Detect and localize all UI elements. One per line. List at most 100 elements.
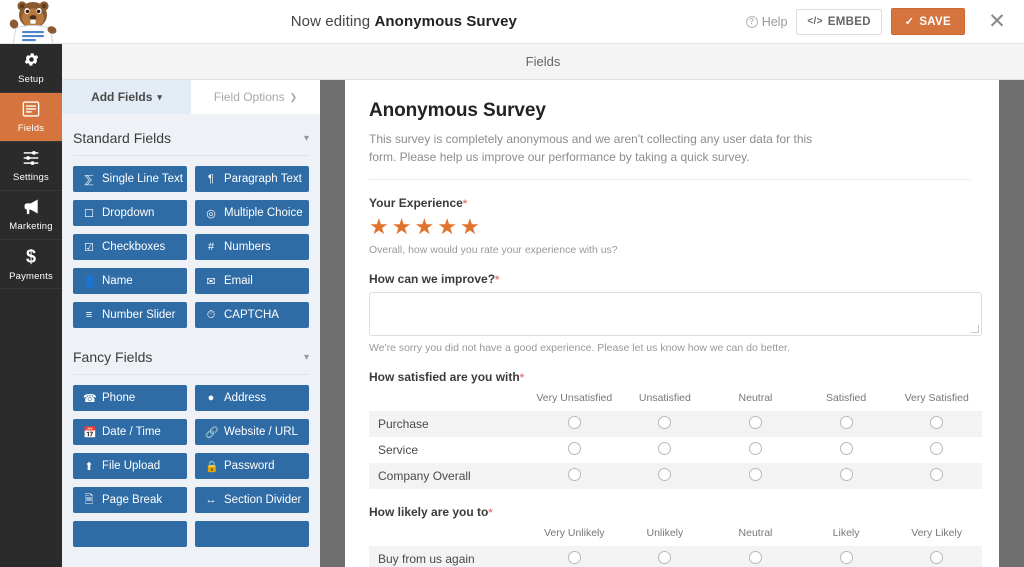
radio-icon[interactable] [840, 551, 853, 564]
field-button-section-divider[interactable]: ↔ Section Divider [195, 487, 309, 513]
radio-cell[interactable] [710, 437, 801, 463]
field-button-address[interactable]: ● Address [195, 385, 309, 411]
field-button-name[interactable]: 👤 Name [73, 268, 187, 294]
sidebar-item-fields[interactable]: Fields [0, 93, 62, 142]
radio-icon[interactable] [568, 416, 581, 429]
sidebar-item-marketing[interactable]: Marketing [0, 191, 62, 240]
field-button-dropdown[interactable]: ☐ Dropdown [73, 200, 187, 226]
embed-button[interactable]: </> EMBED [796, 9, 881, 35]
sidebar-item-label: Marketing [9, 221, 53, 232]
star-icon[interactable]: ★ [369, 216, 389, 238]
radio-icon[interactable] [840, 468, 853, 481]
field-button-captcha[interactable]: ⏱ CAPTCHA [195, 302, 309, 328]
chevron-down-icon[interactable]: ▾ [304, 133, 309, 144]
field-button-password[interactable]: 🔒 Password [195, 453, 309, 479]
radio-icon[interactable] [749, 416, 762, 429]
field-button-file-upload[interactable]: ⬆ File Upload [73, 453, 187, 479]
section-fancy-fields-header[interactable]: Fancy Fields ▾ [62, 328, 320, 374]
radio-dot-icon: ◎ [205, 207, 217, 220]
radio-cell[interactable] [801, 546, 892, 567]
radio-icon[interactable] [568, 551, 581, 564]
sidebar-item-setup[interactable]: Setup [0, 44, 62, 93]
radio-cell[interactable] [801, 437, 892, 463]
field-button-paragraph-text[interactable]: ¶ Paragraph Text [195, 166, 309, 192]
radio-cell[interactable] [801, 411, 892, 437]
radio-cell[interactable] [891, 437, 982, 463]
section-standard-fields-header[interactable]: Standard Fields ▾ [62, 114, 320, 155]
radio-icon[interactable] [930, 442, 943, 455]
radio-cell[interactable] [529, 437, 620, 463]
radio-cell[interactable] [620, 546, 711, 567]
radio-cell[interactable] [710, 411, 801, 437]
sidebar-item-payments[interactable]: $ Payments [0, 240, 62, 289]
radio-cell[interactable] [891, 411, 982, 437]
star-icon[interactable]: ★ [414, 216, 434, 238]
radio-icon[interactable] [840, 442, 853, 455]
radio-cell[interactable] [620, 411, 711, 437]
chevron-down-icon: ▾ [157, 92, 162, 103]
help-button[interactable]: ? Help [746, 15, 788, 29]
radio-icon[interactable] [840, 416, 853, 429]
radio-icon[interactable] [749, 551, 762, 564]
radio-icon[interactable] [658, 442, 671, 455]
form-field-how-satisfied[interactable]: How satisfied are you with* Very Unsatis… [369, 354, 971, 489]
field-button-phone[interactable]: ☎ Phone [73, 385, 187, 411]
star-icon[interactable]: ★ [392, 216, 412, 238]
link-icon: 🔗 [205, 426, 217, 439]
chevron-down-icon[interactable]: ▾ [304, 352, 309, 363]
star-rating-input[interactable]: ★ ★ ★ ★ ★ [369, 216, 971, 238]
save-button[interactable]: ✓ SAVE [891, 8, 965, 35]
radio-icon[interactable] [930, 468, 943, 481]
radio-cell[interactable] [801, 463, 892, 489]
radio-cell[interactable] [710, 463, 801, 489]
radio-icon[interactable] [930, 551, 943, 564]
app-logo[interactable] [0, 0, 62, 44]
radio-cell[interactable] [891, 463, 982, 489]
field-button-label: Number Slider [102, 309, 176, 321]
form-field-your-experience[interactable]: Your Experience* ★ ★ ★ ★ ★ Overall, how … [369, 180, 971, 256]
field-button-number-slider[interactable]: ≡ Number Slider [73, 302, 187, 328]
radio-icon[interactable] [658, 416, 671, 429]
field-button-numbers[interactable]: # Numbers [195, 234, 309, 260]
tab-field-options-label: Field Options [214, 90, 285, 104]
star-icon[interactable]: ★ [460, 216, 480, 238]
field-button-website-url[interactable]: 🔗 Website / URL [195, 419, 309, 445]
radio-icon[interactable] [930, 416, 943, 429]
field-button-page-break[interactable]: 🗎 Page Break [73, 487, 187, 513]
radio-cell[interactable] [529, 546, 620, 567]
close-button[interactable]: ✕ [984, 9, 1010, 35]
radio-icon[interactable] [568, 468, 581, 481]
tab-field-options[interactable]: Field Options ❯ [191, 80, 320, 114]
star-icon[interactable]: ★ [437, 216, 457, 238]
radio-icon[interactable] [568, 442, 581, 455]
radio-cell[interactable] [529, 411, 620, 437]
lock-icon: 🔒 [205, 460, 217, 473]
tab-add-fields[interactable]: Add Fields ▾ [62, 80, 191, 114]
radio-icon[interactable] [749, 468, 762, 481]
field-button-partial-right[interactable] [195, 521, 309, 547]
field-button-email[interactable]: ✉ Email [195, 268, 309, 294]
radio-cell[interactable] [620, 437, 711, 463]
field-button-checkboxes[interactable]: ☑ Checkboxes [73, 234, 187, 260]
calendar-icon: 📅 [83, 426, 95, 439]
field-button-label: Website / URL [224, 426, 298, 438]
sidebar-item-settings[interactable]: Settings [0, 142, 62, 191]
field-button-label: Phone [102, 392, 135, 404]
radio-icon[interactable] [658, 468, 671, 481]
field-button-date-time[interactable]: 📅 Date / Time [73, 419, 187, 445]
radio-icon[interactable] [749, 442, 762, 455]
radio-cell[interactable] [710, 546, 801, 567]
form-field-how-can-we-improve[interactable]: How can we improve?* We're sorry you did… [369, 256, 971, 354]
form-field-how-likely[interactable]: How likely are you to* Very Unlikely Unl… [369, 489, 971, 567]
improve-textarea[interactable] [369, 292, 982, 336]
field-button-multiple-choice[interactable]: ◎ Multiple Choice [195, 200, 309, 226]
field-button-partial-left[interactable] [73, 521, 187, 547]
radio-cell[interactable] [620, 463, 711, 489]
column-header: Satisfied [801, 392, 892, 411]
field-button-single-line-text[interactable]: ⅀ Single Line Text [73, 166, 187, 192]
help-label: Help [762, 15, 788, 29]
radio-cell[interactable] [529, 463, 620, 489]
sidebar-item-label: Settings [13, 172, 49, 183]
radio-cell[interactable] [891, 546, 982, 567]
radio-icon[interactable] [658, 551, 671, 564]
